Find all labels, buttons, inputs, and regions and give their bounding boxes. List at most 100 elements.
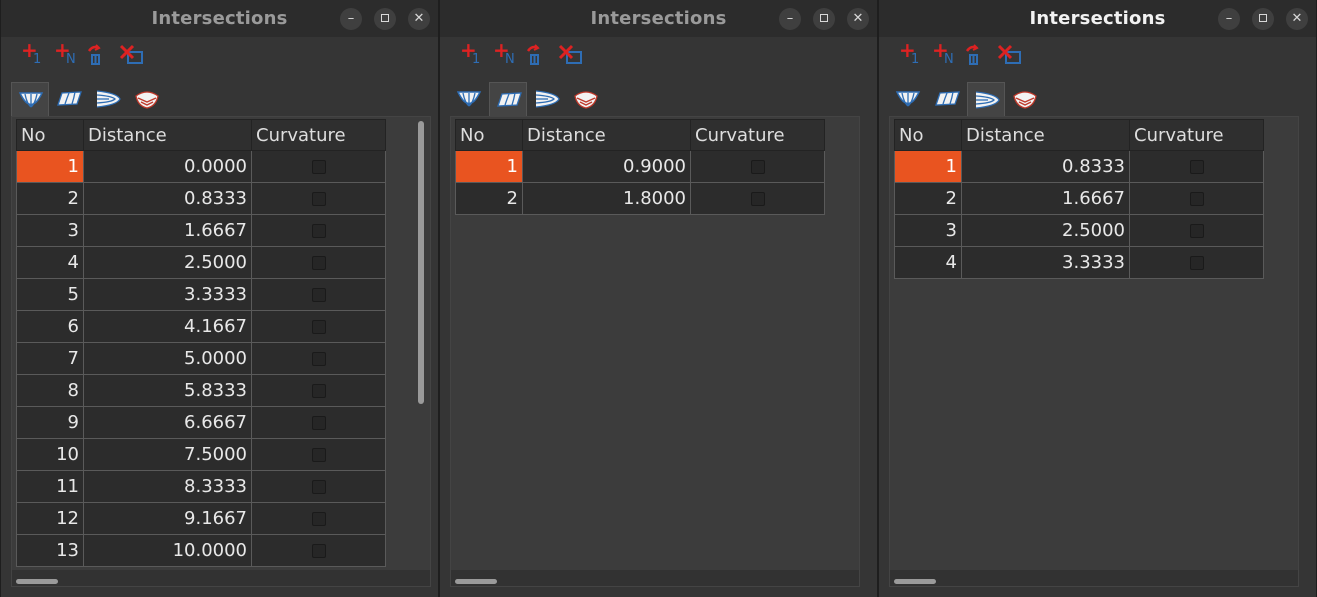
curvature-checkbox[interactable] <box>311 544 326 558</box>
delete-button[interactable] <box>524 40 554 72</box>
row-number-cell[interactable]: 12 <box>16 502 84 535</box>
curvature-cell[interactable] <box>690 150 825 183</box>
table-row[interactable]: 13 10.0000 <box>16 534 386 567</box>
maximize-button[interactable] <box>813 8 835 30</box>
close-button[interactable]: ✕ <box>847 8 869 30</box>
curvature-cell[interactable] <box>251 182 386 215</box>
curvature-cell[interactable] <box>1129 182 1264 215</box>
add-one-button[interactable]: +1 <box>897 38 927 72</box>
curvature-checkbox[interactable] <box>311 448 326 462</box>
tab-diagonals[interactable] <box>567 82 605 116</box>
curvature-cell[interactable] <box>1129 150 1264 183</box>
curvature-checkbox[interactable] <box>1189 256 1204 270</box>
table-row[interactable]: 12 9.1667 <box>16 502 386 535</box>
horizontal-scrollbar[interactable] <box>455 579 497 584</box>
table-row[interactable]: 3 2.5000 <box>894 214 1264 247</box>
table-row[interactable]: 10 7.5000 <box>16 438 386 471</box>
curvature-checkbox[interactable] <box>1189 224 1204 238</box>
curvature-cell[interactable] <box>251 342 386 375</box>
distance-cell[interactable]: 9.1667 <box>83 502 252 535</box>
tab-waterlines[interactable] <box>967 82 1005 116</box>
table-row[interactable]: 5 3.3333 <box>16 278 386 311</box>
close-button[interactable]: ✕ <box>1286 8 1308 30</box>
distance-cell[interactable]: 6.6667 <box>83 406 252 439</box>
curvature-checkbox[interactable] <box>311 512 326 526</box>
distance-cell[interactable]: 1.8000 <box>522 182 691 215</box>
distance-cell[interactable]: 1.6667 <box>961 182 1130 215</box>
minimize-button[interactable]: – <box>1218 8 1240 30</box>
curvature-checkbox[interactable] <box>750 160 765 174</box>
curvature-cell[interactable] <box>251 246 386 279</box>
row-number-cell[interactable]: 1 <box>16 150 84 183</box>
remove-all-button[interactable] <box>996 40 1026 72</box>
column-header-curvature[interactable]: Curvature <box>251 119 386 151</box>
tab-diagonals[interactable] <box>128 82 166 116</box>
curvature-checkbox[interactable] <box>311 256 326 270</box>
table-row[interactable]: 4 2.5000 <box>16 246 386 279</box>
column-header-no[interactable]: No <box>455 119 523 151</box>
table-row[interactable]: 11 8.3333 <box>16 470 386 503</box>
distance-cell[interactable]: 1.6667 <box>83 214 252 247</box>
table-row[interactable]: 1 0.0000 <box>16 150 386 183</box>
horizontal-scrollbar[interactable] <box>16 579 58 584</box>
table-row[interactable]: 7 5.0000 <box>16 342 386 375</box>
tab-stations[interactable] <box>450 82 488 116</box>
column-header-curvature[interactable]: Curvature <box>1129 119 1264 151</box>
row-number-cell[interactable]: 1 <box>894 150 962 183</box>
table-row[interactable]: 2 0.8333 <box>16 182 386 215</box>
distance-cell[interactable]: 0.0000 <box>83 150 252 183</box>
curvature-checkbox[interactable] <box>311 416 326 430</box>
curvature-cell[interactable] <box>251 438 386 471</box>
add-n-button[interactable]: + N <box>491 38 521 72</box>
vertical-scrollbar[interactable] <box>418 121 424 404</box>
distance-cell[interactable]: 5.0000 <box>83 342 252 375</box>
column-header-no[interactable]: No <box>16 119 84 151</box>
table-row[interactable]: 1 0.8333 <box>894 150 1264 183</box>
curvature-checkbox[interactable] <box>1189 160 1204 174</box>
column-header-distance[interactable]: Distance <box>83 119 252 151</box>
delete-button[interactable] <box>85 40 115 72</box>
curvature-cell[interactable] <box>251 374 386 407</box>
row-number-cell[interactable]: 2 <box>894 182 962 215</box>
curvature-checkbox[interactable] <box>311 288 326 302</box>
tab-buttocks[interactable] <box>50 82 88 116</box>
tab-stations[interactable] <box>889 82 927 116</box>
curvature-cell[interactable] <box>1129 246 1264 279</box>
table-row[interactable]: 2 1.6667 <box>894 182 1264 215</box>
table-row[interactable]: 6 4.1667 <box>16 310 386 343</box>
distance-cell[interactable]: 0.8333 <box>83 182 252 215</box>
curvature-checkbox[interactable] <box>311 192 326 206</box>
row-number-cell[interactable]: 9 <box>16 406 84 439</box>
row-number-cell[interactable]: 3 <box>16 214 84 247</box>
row-number-cell[interactable]: 4 <box>894 246 962 279</box>
column-header-distance[interactable]: Distance <box>522 119 691 151</box>
table-row[interactable]: 2 1.8000 <box>455 182 825 215</box>
curvature-cell[interactable] <box>251 150 386 183</box>
curvature-cell[interactable] <box>690 182 825 215</box>
column-header-distance[interactable]: Distance <box>961 119 1130 151</box>
curvature-checkbox[interactable] <box>311 480 326 494</box>
tab-stations[interactable] <box>11 82 49 116</box>
curvature-cell[interactable] <box>251 214 386 247</box>
curvature-cell[interactable] <box>251 470 386 503</box>
curvature-cell[interactable] <box>251 502 386 535</box>
row-number-cell[interactable]: 2 <box>16 182 84 215</box>
distance-cell[interactable]: 3.3333 <box>961 246 1130 279</box>
tab-buttocks[interactable] <box>489 82 527 116</box>
minimize-button[interactable]: – <box>340 8 362 30</box>
curvature-cell[interactable] <box>251 534 386 567</box>
table-row[interactable]: 1 0.9000 <box>455 150 825 183</box>
table-row[interactable]: 9 6.6667 <box>16 406 386 439</box>
remove-all-button[interactable] <box>118 40 148 72</box>
curvature-checkbox[interactable] <box>311 352 326 366</box>
tab-waterlines[interactable] <box>89 82 127 116</box>
distance-cell[interactable]: 8.3333 <box>83 470 252 503</box>
row-number-cell[interactable]: 4 <box>16 246 84 279</box>
tab-waterlines[interactable] <box>528 82 566 116</box>
title-bar[interactable]: Intersections – ✕ <box>440 0 877 37</box>
row-number-cell[interactable]: 7 <box>16 342 84 375</box>
tab-buttocks[interactable] <box>928 82 966 116</box>
add-one-button[interactable]: +1 <box>19 38 49 72</box>
row-number-cell[interactable]: 13 <box>16 534 84 567</box>
remove-all-button[interactable] <box>557 40 587 72</box>
